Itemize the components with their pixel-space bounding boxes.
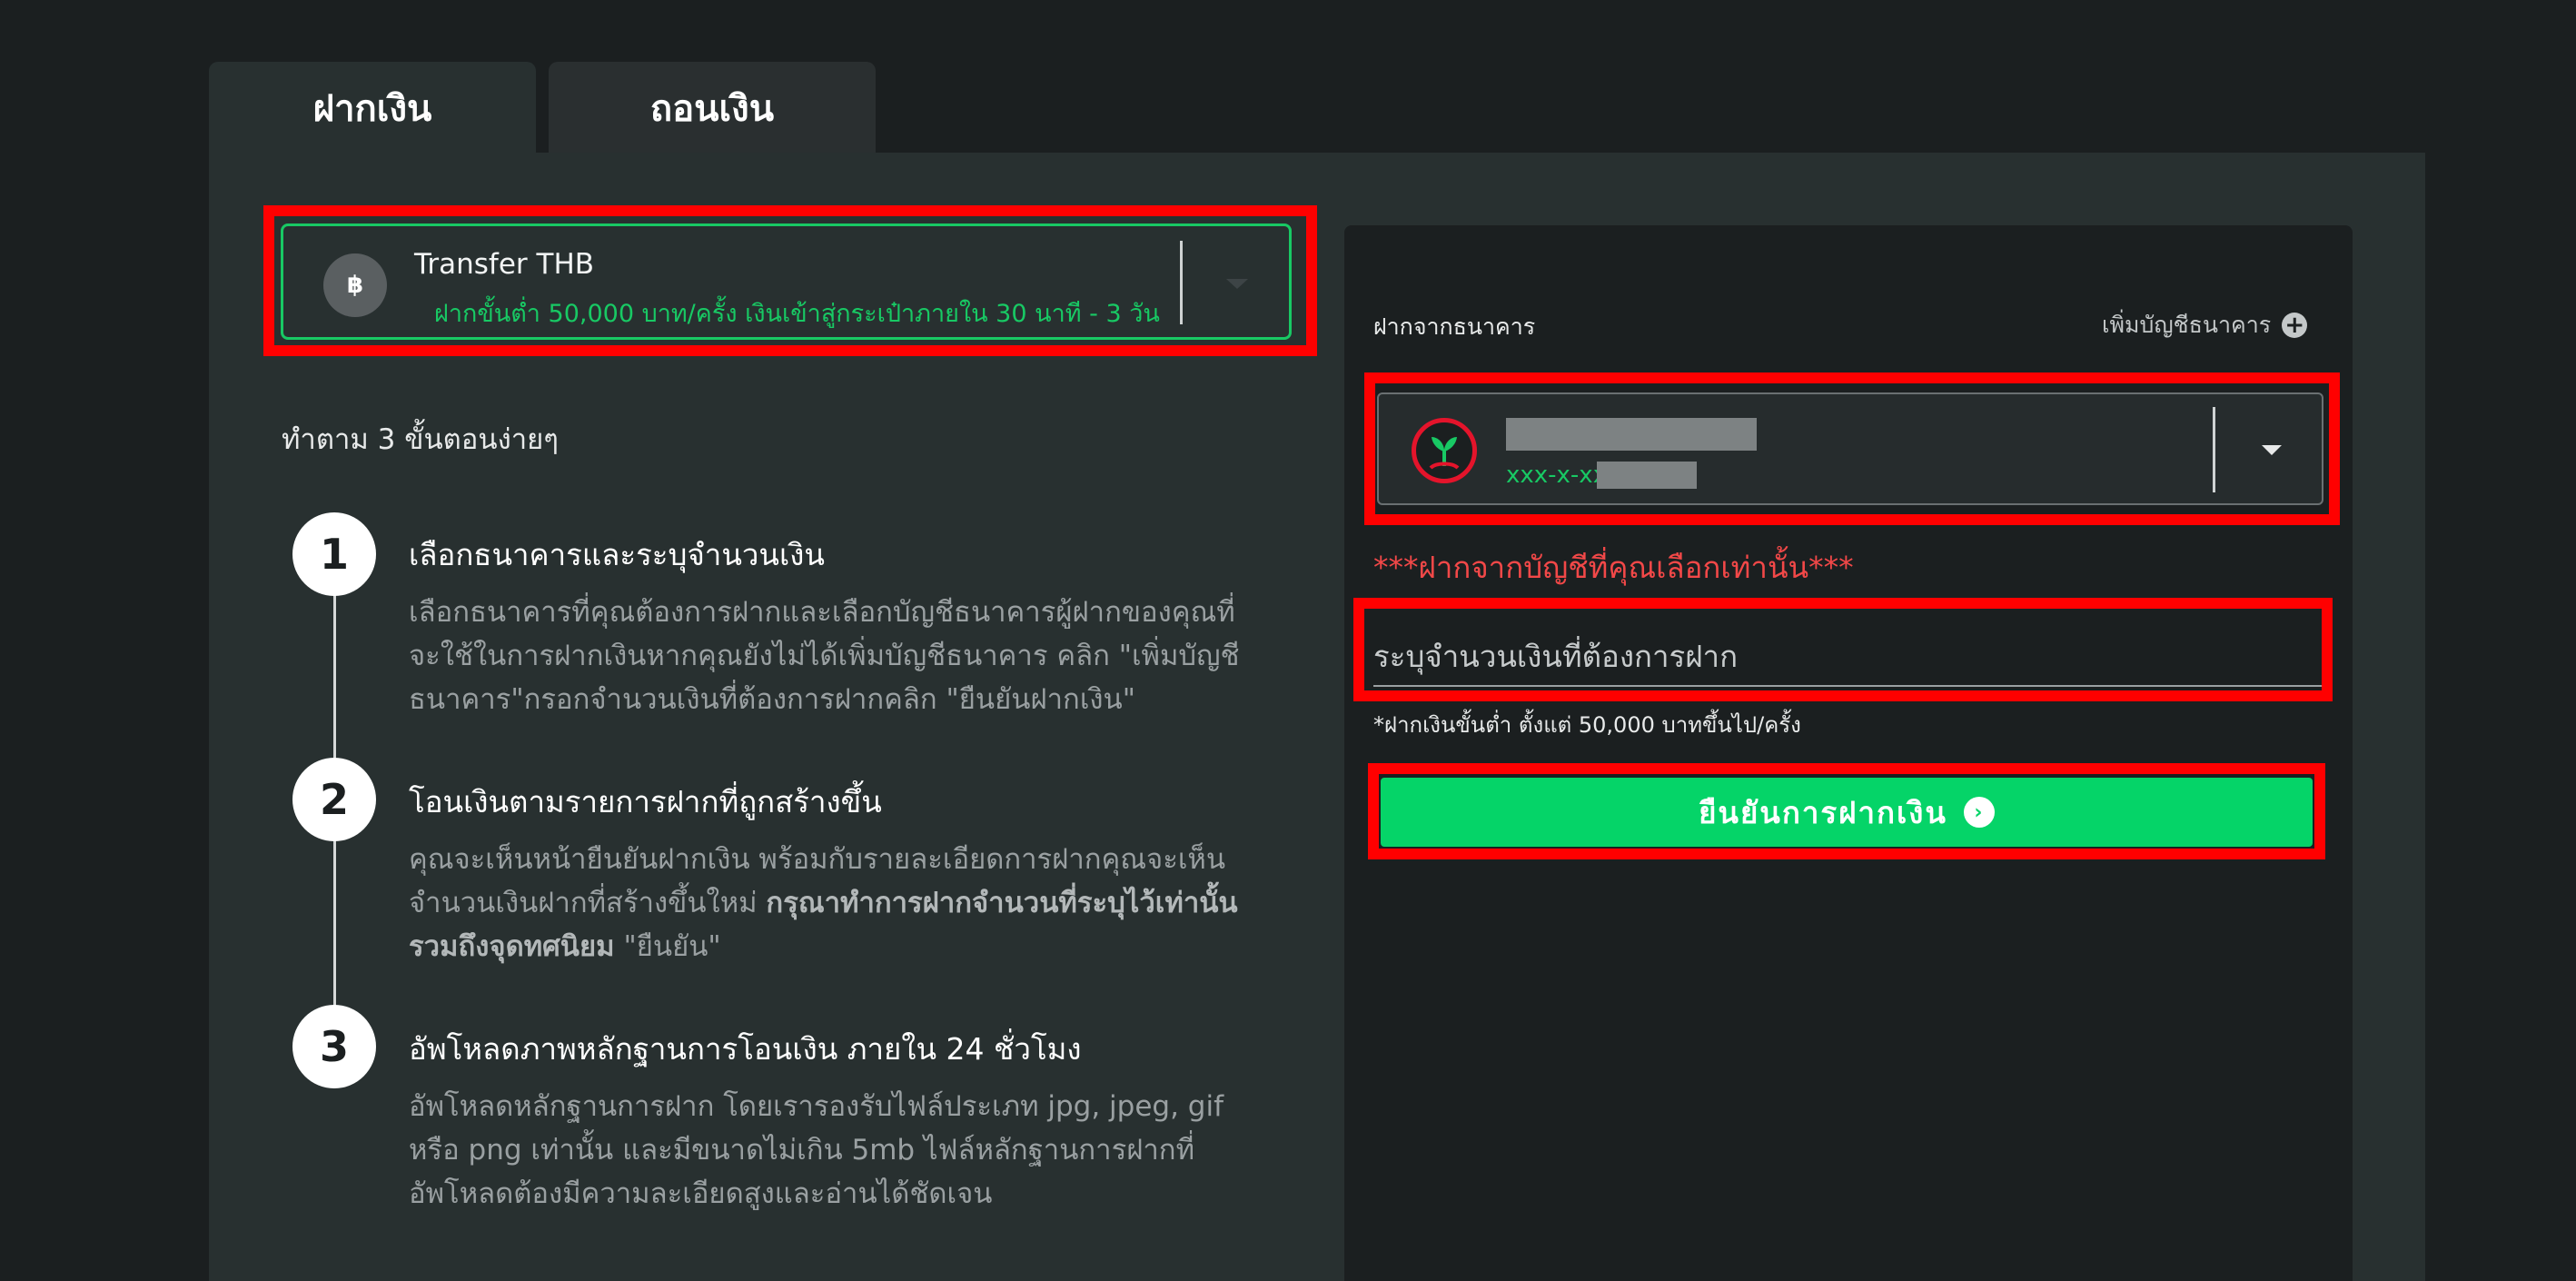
step-1-text: เลือกธนาคารที่คุณต้องการฝากและเลือกบัญชี… [409, 596, 1240, 716]
minimum-deposit-note: *ฝากเงินขั้นต่ำ ตั้งแต่ 50,000 บาทขึ้นไป… [1373, 712, 1801, 738]
payment-method-select[interactable]: ฿ Transfer THB ฝากขั้นต่ำ 50,000 บาท/ครั… [281, 223, 1292, 340]
caret-down-icon[interactable] [2262, 445, 2282, 455]
arrow-right-circle-icon: › [1963, 797, 1995, 828]
method-divider [1180, 241, 1183, 324]
baht-transfer-icon: ฿ [323, 253, 387, 317]
step-2-title: โอนเงินตามรายการฝากที่ถูกสร้างขึ้น [409, 784, 882, 819]
tab-withdraw-label: ถอนเงิน [649, 87, 775, 130]
bank-account-number: xxx-x-xx [1506, 462, 1608, 489]
add-bank-label: เพิ่มบัญชีธนาคาร [2102, 312, 2272, 338]
selected-account-warning: ***ฝากจากบัญชีที่คุณเลือกเท่านั้น*** [1373, 550, 1854, 585]
account-number-redacted [1597, 462, 1697, 489]
bank-name-redacted [1506, 418, 1757, 451]
step-2-text-end: "ยืนยัน" [614, 930, 721, 963]
baht-symbol: ฿ [346, 272, 364, 299]
bank-select-divider [2213, 407, 2215, 492]
step-3-number: 3 [292, 1005, 376, 1088]
payment-method-name: Transfer THB [414, 248, 595, 281]
confirm-deposit-button[interactable]: ยืนยันการฝากเงิน › [1381, 778, 2313, 847]
plus-circle-icon: + [2282, 313, 2308, 338]
steps-heading: ทำตาม 3 ขั้นตอนง่ายๆ [282, 423, 559, 456]
kasikorn-bank-logo [1412, 418, 1477, 483]
from-bank-label: ฝากจากธนาคาร [1373, 313, 1536, 340]
step-2-number: 2 [292, 758, 376, 841]
deposit-amount-input[interactable] [1373, 627, 2322, 687]
tab-withdraw[interactable]: ถอนเงิน [549, 62, 876, 154]
payment-method-description: ฝากขั้นต่ำ 50,000 บาท/ครั้ง เงินเข้าสู่ก… [434, 300, 1160, 328]
confirm-deposit-label: ยืนยันการฝากเงิน [1699, 794, 1947, 830]
chevron-down-icon[interactable] [1226, 279, 1248, 289]
step-3-title: อัพโหลดภาพหลักฐานการโอนเงิน ภายใน 24 ชั่… [409, 1031, 1082, 1067]
bank-account-select[interactable]: xxx-x-xx [1377, 392, 2323, 505]
tab-deposit-label: ฝากเงิน [312, 87, 432, 130]
add-bank-account-link[interactable]: เพิ่มบัญชีธนาคาร + [2102, 307, 2308, 343]
step-1-title: เลือกธนาคารและระบุจำนวนเงิน [409, 537, 825, 572]
step-3-text: อัพโหลดหลักฐานการฝาก โดยเรารองรับไฟล์ประ… [409, 1090, 1224, 1210]
tab-deposit[interactable]: ฝากเงิน [209, 62, 536, 154]
step-2-text: คุณจะเห็นหน้ายืนยันฝากเงิน พร้อมกับรายละ… [409, 838, 1253, 968]
step-1-number: 1 [292, 512, 376, 596]
